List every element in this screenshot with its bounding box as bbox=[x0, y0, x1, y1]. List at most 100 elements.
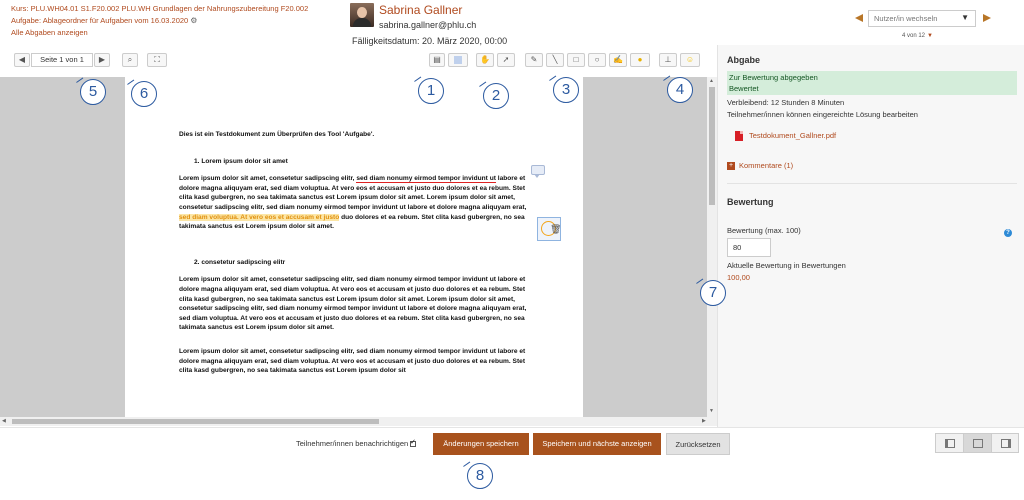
callout-8: 8 bbox=[467, 463, 493, 489]
user-counter-text: 4 von 12 bbox=[902, 33, 926, 39]
smiley-icon: ☺ bbox=[685, 55, 695, 64]
triangle-right-icon: ▶ bbox=[98, 55, 106, 64]
submission-file-link[interactable]: Testdokument_Gallner.pdf bbox=[735, 131, 837, 142]
selected-annotation[interactable]: 🗑 bbox=[537, 217, 561, 241]
doc-heading-1: 1. Lorem ipsum dolor sit amet bbox=[194, 157, 288, 165]
expand-button[interactable]: ⛶ bbox=[147, 53, 167, 67]
user-name[interactable]: Sabrina Gallner bbox=[379, 3, 462, 17]
layout-left-icon bbox=[945, 439, 955, 448]
status-submitted: Zur Bewertung abgegeben bbox=[729, 73, 818, 82]
triangle-left-icon: ◀ bbox=[18, 55, 26, 64]
due-date: Fälligkeitsdatum: 20. März 2020, 00:00 bbox=[352, 36, 508, 46]
scroll-left-icon[interactable]: ◀ bbox=[2, 418, 6, 424]
footer-bar: Teilnehmer/innen benachrichtigen Änderun… bbox=[0, 427, 1024, 500]
doc-paragraph-3: Lorem ipsum dolor sit amet, consetetur s… bbox=[179, 347, 526, 375]
grading-title: Bewertung bbox=[727, 197, 774, 207]
expand-icon: ⛶ bbox=[154, 55, 160, 64]
avatar bbox=[350, 3, 374, 27]
doc-heading-2: 2. consetetur sadipscing elitr bbox=[194, 258, 286, 266]
scroll-up-icon[interactable]: ▲ bbox=[709, 78, 714, 84]
cursor-icon: ➚ bbox=[502, 55, 510, 64]
user-select[interactable]: Nutzer/in wechseln ▼ bbox=[868, 10, 976, 27]
layout-split-icon bbox=[973, 439, 983, 448]
comment-icon: ▤ bbox=[433, 55, 441, 64]
doc-paragraph-2: Lorem ipsum dolor sit amet, consetetur s… bbox=[179, 276, 527, 332]
status-badge: Zur Bewertung abgegeben Bewertet bbox=[727, 71, 1017, 95]
layout-collapse-review-button[interactable] bbox=[992, 434, 1020, 452]
annotation-toolbar: ◀ Seite 1 von 1 ▶ ⌕ ⛶ ▤ ✋ ➚ ✎ ╲ □ ○ ✍ ● … bbox=[0, 52, 717, 70]
horizontal-scroll-thumb[interactable] bbox=[12, 419, 379, 424]
highlight-annotation[interactable]: sed diam voluptua. At vero eos et accusa… bbox=[179, 213, 340, 221]
course-info: Kurs: PLU.WH04.01 S1.F20.002 PLU.WH Grun… bbox=[11, 3, 308, 39]
scroll-right-icon[interactable]: ▶ bbox=[702, 418, 706, 424]
comments-label: Kommentare (1) bbox=[739, 161, 794, 170]
save-button[interactable]: Änderungen speichern bbox=[433, 433, 529, 455]
pen-icon: ✎ bbox=[530, 55, 538, 64]
previous-user-icon[interactable] bbox=[855, 14, 863, 22]
filter-icon[interactable]: ▼ bbox=[927, 33, 933, 39]
select-tool-button[interactable]: ➚ bbox=[497, 53, 515, 67]
page-select[interactable]: Seite 1 von 1 bbox=[31, 53, 93, 67]
callout-1: 1 bbox=[418, 78, 444, 104]
current-grade-link[interactable]: 100,00 bbox=[727, 273, 750, 282]
next-page-button[interactable]: ▶ bbox=[94, 53, 110, 67]
notify-checkbox-row[interactable]: Teilnehmer/innen benachrichtigen bbox=[296, 438, 417, 448]
oval-icon: ○ bbox=[594, 55, 600, 64]
view-all-submissions-link[interactable]: Alle Abgaben anzeigen bbox=[11, 27, 308, 39]
oval-tool-button[interactable]: ○ bbox=[588, 53, 606, 67]
grade-input[interactable]: 80 bbox=[727, 238, 771, 257]
color-square-icon bbox=[454, 55, 462, 64]
user-select-placeholder: Nutzer/in wechseln bbox=[874, 14, 938, 23]
edit-note: Teilnehmer/innen können eingereichte Lös… bbox=[727, 110, 918, 119]
layout-right-icon bbox=[1001, 439, 1011, 448]
rectangle-icon: □ bbox=[573, 55, 579, 64]
layout-collapse-grading-button[interactable] bbox=[936, 434, 964, 452]
grade-label: Bewertung (max. 100) bbox=[727, 226, 801, 235]
vertical-scrollbar[interactable]: ▲ ▼ bbox=[707, 77, 717, 417]
scroll-down-icon[interactable]: ▼ bbox=[709, 408, 714, 414]
search-comment-icon: ⌕ bbox=[127, 55, 133, 64]
callout-2: 2 bbox=[483, 83, 509, 109]
drop-icon: ● bbox=[637, 55, 643, 64]
rectangle-tool-button[interactable]: □ bbox=[567, 53, 585, 67]
plus-icon: + bbox=[727, 162, 735, 171]
reset-button[interactable]: Zurücksetzen bbox=[666, 433, 730, 455]
callout-7: 7 bbox=[700, 280, 726, 306]
hand-icon: ✋ bbox=[480, 55, 490, 64]
caret-down-icon: ▼ bbox=[961, 13, 969, 22]
trash-icon[interactable]: 🗑 bbox=[550, 224, 561, 235]
highlight-tool-button[interactable]: ✍ bbox=[609, 53, 627, 67]
help-icon[interactable]: ? bbox=[1004, 229, 1012, 237]
pdf-page[interactable]: Dies ist ein Testdokument zum Überprüfen… bbox=[125, 77, 583, 417]
assignment-link[interactable]: Aufgabe: Ablageordner für Aufgaben vom 1… bbox=[11, 16, 188, 25]
search-comments-button[interactable]: ⌕ bbox=[122, 53, 138, 67]
user-counter: 4 von 12 ▼ bbox=[902, 33, 933, 39]
pen-tool-button[interactable]: ✎ bbox=[525, 53, 543, 67]
comment-annotation-icon[interactable] bbox=[531, 165, 545, 178]
gear-icon[interactable]: ⚙ bbox=[190, 15, 197, 27]
vertical-scroll-thumb[interactable] bbox=[709, 87, 715, 205]
previous-page-button[interactable]: ◀ bbox=[14, 53, 30, 67]
underline-annotation[interactable]: sed diam nonumy eirmod tempor invidunt u… bbox=[356, 175, 496, 184]
pan-tool-button[interactable]: ✋ bbox=[476, 53, 494, 67]
highlight-color-button[interactable]: ● bbox=[630, 53, 650, 67]
color-tool-button[interactable] bbox=[448, 53, 468, 67]
horizontal-scrollbar[interactable]: ◀ ▶ bbox=[0, 417, 717, 426]
save-next-button[interactable]: Speichern und nächste anzeigen bbox=[533, 433, 661, 455]
notify-checkbox[interactable] bbox=[410, 438, 417, 448]
doc-paragraph-1: Lorem ipsum dolor sit amet, consetetur s… bbox=[179, 174, 535, 232]
time-remaining: Verbleibend: 12 Stunden 8 Minuten bbox=[727, 98, 845, 107]
course-link[interactable]: Kurs: PLU.WH04.01 S1.F20.002 PLU.WH Grun… bbox=[11, 3, 308, 15]
submission-file-name: Testdokument_Gallner.pdf bbox=[749, 131, 837, 140]
layout-default-button[interactable] bbox=[964, 434, 992, 452]
next-user-icon[interactable] bbox=[983, 14, 991, 22]
line-tool-button[interactable]: ╲ bbox=[546, 53, 564, 67]
pdf-viewer[interactable]: Dies ist ein Testdokument zum Überprüfen… bbox=[0, 77, 707, 417]
comments-toggle[interactable]: + Kommentare (1) bbox=[727, 161, 794, 171]
stamp-picker-button[interactable]: ☺ bbox=[680, 53, 700, 67]
comment-tool-button[interactable]: ▤ bbox=[429, 53, 445, 67]
status-graded: Bewertet bbox=[729, 84, 759, 93]
highlighter-icon: ✍ bbox=[613, 55, 623, 64]
callout-3: 3 bbox=[553, 77, 579, 103]
stamp-tool-button[interactable]: ⊥ bbox=[659, 53, 677, 67]
